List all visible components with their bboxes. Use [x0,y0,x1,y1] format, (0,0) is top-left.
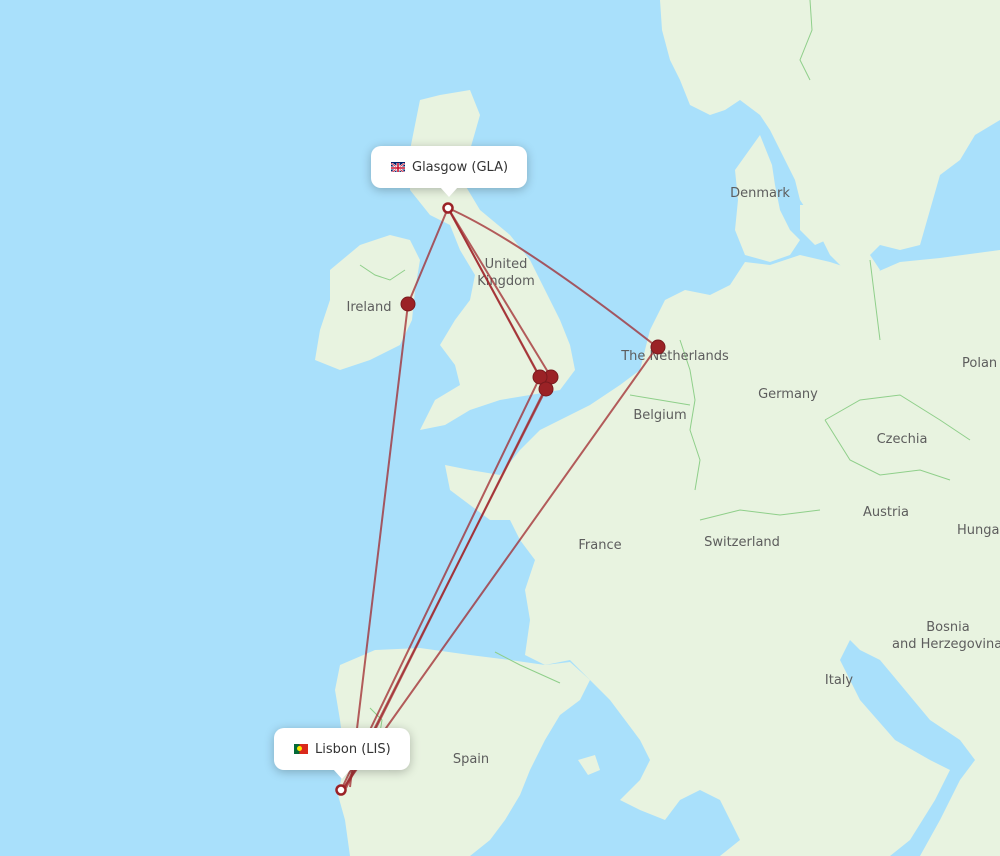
label-belgium: Belgium [633,408,686,423]
origin-airport-name: Glasgow (GLA) [412,159,509,175]
origin-popup[interactable]: Glasgow (GLA) [371,146,527,197]
destination-airport-marker[interactable] [335,784,347,796]
origin-airport-marker[interactable] [442,202,454,214]
label-spain: Spain [453,752,489,767]
label-united: United [485,257,528,272]
label-italy: Italy [825,673,854,688]
label-bosnia: Bosnia [926,620,969,635]
label-ireland: Ireland [347,300,392,315]
marker-amsterdam[interactable] [650,339,666,355]
label-poland: Polan [962,356,997,371]
marker-london-3[interactable] [538,381,554,397]
destination-popup[interactable]: Lisbon (LIS) [274,728,410,779]
label-czechia: Czechia [877,432,928,447]
label-hungary: Hunga [957,523,999,538]
label-denmark: Denmark [730,186,790,201]
destination-airport-name: Lisbon (LIS) [315,741,391,757]
gb-flag-icon [391,162,405,172]
label-switzerland: Switzerland [704,535,780,550]
label-herzegovina: and Herzegovina [892,637,1000,652]
marker-dublin[interactable] [400,296,416,312]
map-canvas[interactable]: Denmark United Kingdom Ireland The Nethe… [0,0,1000,856]
pt-flag-icon [294,744,308,754]
label-netherlands: The Netherlands [620,349,729,364]
label-france: France [578,538,621,553]
label-germany: Germany [758,387,818,402]
label-austria: Austria [863,505,909,520]
